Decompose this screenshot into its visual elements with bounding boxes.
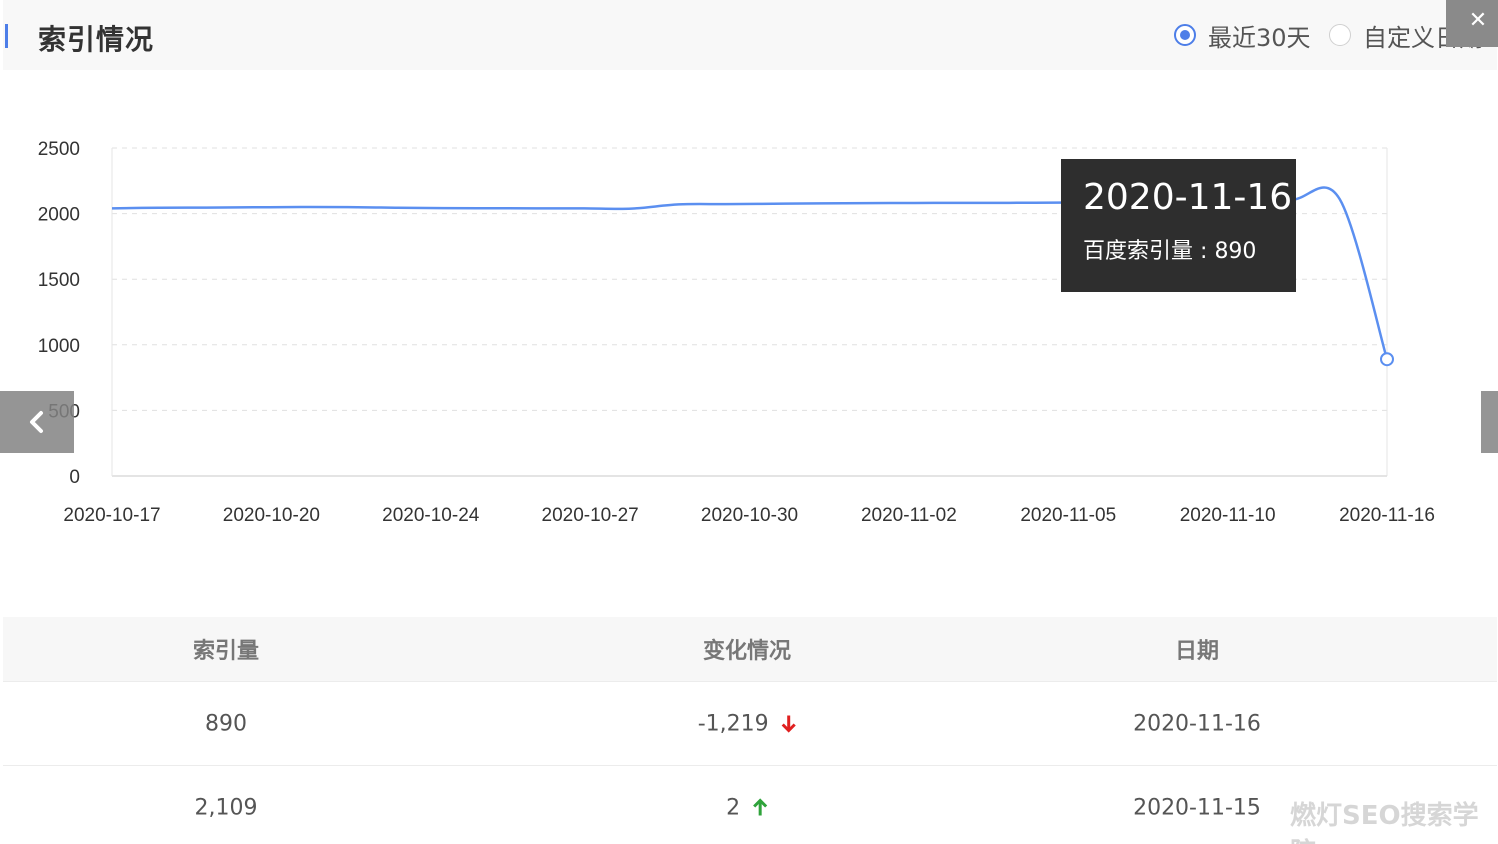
header-change: 变化情况 [702,639,792,664]
range-option-last-30-days[interactable]: 最近30天 [1174,20,1311,52]
table-header-row: 索引量 变化情况 日期 [3,617,1497,681]
y-tick-label: 2500 [38,139,80,160]
panel-title: 索引情况 [38,23,155,56]
prev-nav-button[interactable] [0,391,74,453]
header-date: 日期 [1174,639,1220,664]
tooltip-separator: : [1200,239,1208,264]
date-cell: 2020-11-16 [1133,711,1261,736]
tooltip-series-label: 百度索引量 [1083,239,1194,264]
y-tick-label: 1500 [38,270,80,291]
x-tick-label: 2020-11-05 [1020,505,1116,526]
title-accent-bar [5,24,8,48]
data-point [1380,352,1394,367]
y-tick-label: 0 [69,467,80,488]
tooltip-value: 890 [1214,239,1257,264]
x-tick-label: 2020-11-02 [861,505,957,526]
y-tick-label: 1000 [38,336,80,357]
x-tick-label: 2020-11-16 [1339,505,1435,526]
count-cell: 890 [205,711,247,736]
arrow-up-icon [744,795,768,820]
y-tick-label: 2000 [38,205,80,226]
close-button[interactable]: ✕ [1446,0,1498,47]
chevron-left-icon [30,411,43,433]
x-tick-label: 2020-10-17 [63,505,160,526]
count-cell: 2,109 [194,795,258,820]
chart-tooltip: 2020-11-16 百度索引量 : 890 [1061,159,1296,292]
tooltip-value-line: 百度索引量 : 890 [1083,233,1256,265]
radio-unchecked-icon[interactable] [1329,24,1351,46]
watermark: 燃灯SEO搜索学院 [1290,801,1479,844]
index-table: 索引量 变化情况 日期 890 -1,219 2020-11-16 2,109 … [3,617,1497,844]
range-option-label: 最近30天 [1208,23,1311,52]
change-value: -1,219 [697,711,769,736]
x-tick-label: 2020-11-10 [1180,505,1276,526]
table-row: 2,109 2 2020-11-15 [3,765,1497,844]
x-tick-label: 2020-10-24 [382,505,480,526]
x-tick-label: 2020-10-30 [701,505,798,526]
change-cell: 2 [726,795,768,820]
change-value: 2 [726,795,741,820]
close-icon: ✕ [1468,7,1488,32]
header-count: 索引量 [192,639,260,664]
change-cell: -1,219 [698,711,797,736]
tooltip-date: 2020-11-16 [1083,177,1293,218]
x-tick-label: 2020-10-27 [542,505,639,526]
next-nav-button[interactable] [1481,391,1498,453]
x-tick-label: 2020-10-20 [223,505,320,526]
table-row: 890 -1,219 2020-11-16 [3,681,1497,765]
radio-checked-icon[interactable] [1174,24,1196,46]
arrow-down-icon [773,711,797,736]
date-cell: 2020-11-15 [1133,795,1261,820]
